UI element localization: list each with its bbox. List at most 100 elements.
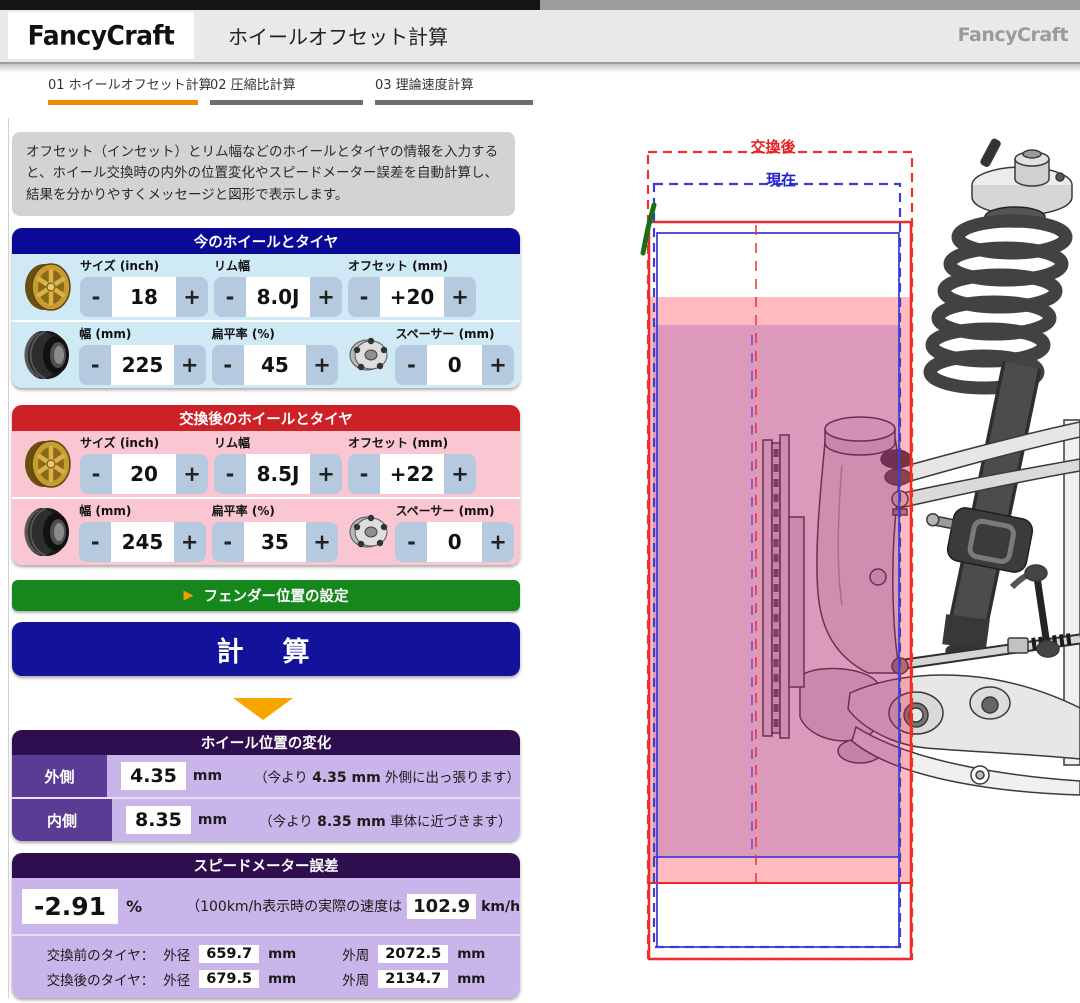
size-stepper: - 20 +: [80, 454, 208, 494]
tab-underline: [210, 100, 363, 105]
spacer-stepper: - 0 +: [395, 522, 514, 562]
rim-minus-button[interactable]: -: [214, 454, 246, 494]
actual-speed-value: 102.9: [407, 894, 476, 919]
width-plus-button[interactable]: +: [174, 345, 206, 385]
rim-minus-button[interactable]: -: [214, 277, 246, 317]
after-label: 交換後: [750, 138, 796, 156]
current-tire-row: 幅 (mm) - 225 + 扁平率 (%) - 45 +: [12, 320, 520, 388]
spacer-value[interactable]: 0: [427, 522, 482, 562]
speed-panel-title: スピードメーター誤差: [12, 853, 520, 878]
field-aspect: 扁平率 (%) - 45 +: [212, 325, 338, 385]
tire-icon: [18, 329, 79, 381]
rim-plus-button[interactable]: +: [310, 277, 342, 317]
spacer-minus-button[interactable]: -: [395, 345, 427, 385]
field-rim-label: リム幅: [214, 257, 342, 274]
field-offset-label: オフセット (mm): [348, 257, 476, 274]
after-panel-body: サイズ (inch) - 20 + リム幅 - 8.5J +: [12, 431, 520, 565]
logo-box[interactable]: FancyCraft: [8, 12, 194, 59]
rim-plus-button[interactable]: +: [310, 454, 342, 494]
brand-logo-right: FancyCraft: [958, 10, 1068, 60]
fender-position-button[interactable]: ▶ フェンダー位置の設定: [12, 580, 520, 611]
aspect-value[interactable]: 35: [244, 522, 306, 562]
spacer-minus-button[interactable]: -: [395, 522, 427, 562]
field-rim-width: リム幅 - 8.0J +: [214, 257, 342, 317]
tab-wheel-offset[interactable]: 01 ホイールオフセット計算: [48, 74, 198, 105]
size-minus-button[interactable]: -: [80, 277, 112, 317]
width-value[interactable]: 245: [111, 522, 173, 562]
current-panel-title: 今のホイールとタイヤ: [12, 228, 520, 254]
tire-before-name: 交換前のタイヤ：: [47, 944, 155, 964]
offset-stepper: - +20 +: [348, 277, 476, 317]
wheel-offset-calculator-app: FancyCraft ホイールオフセット計算 FancyCraft 01 ホイー…: [0, 0, 1080, 1003]
field-offset-label: オフセット (mm): [348, 434, 476, 451]
aspect-minus-button[interactable]: -: [212, 522, 244, 562]
offset-plus-button[interactable]: +: [444, 454, 476, 494]
tire-after-circ: 2134.7: [378, 970, 448, 988]
field-width: 幅 (mm) - 225 +: [79, 325, 205, 385]
offset-plus-button[interactable]: +: [444, 277, 476, 317]
spacer-plus-button[interactable]: +: [482, 345, 514, 385]
offset-value[interactable]: +20: [380, 277, 444, 317]
size-value[interactable]: 20: [112, 454, 176, 494]
top-strip-right: [540, 0, 1080, 10]
aspect-stepper: - 45 +: [212, 345, 338, 385]
field-aspect: 扁平率 (%) - 35 +: [212, 502, 338, 562]
speed-note: （100km/h表示時の実際の速度は102.9km/h）: [186, 894, 520, 919]
inner-value: 8.35: [126, 806, 191, 834]
tire-before-od: 659.7: [199, 945, 259, 963]
offset-value[interactable]: +22: [380, 454, 444, 494]
size-minus-button[interactable]: -: [80, 454, 112, 494]
aspect-plus-button[interactable]: +: [306, 522, 338, 562]
speedometer-error-panel: スピードメーター誤差 -2.91 % （100km/h表示時の実際の速度は102…: [12, 853, 520, 998]
outer-note: （今より 4.35 mm 外側に出っ張ります）: [254, 766, 520, 786]
description-box: オフセット（インセット）とリム幅などのホイールとタイヤの情報を入力すると、ホイー…: [12, 132, 515, 216]
width-minus-button[interactable]: -: [79, 522, 111, 562]
offset-minus-button[interactable]: -: [348, 454, 380, 494]
field-aspect-label: 扁平率 (%): [212, 502, 338, 519]
page-title: ホイールオフセット計算: [228, 10, 448, 60]
aspect-plus-button[interactable]: +: [306, 345, 338, 385]
aspect-minus-button[interactable]: -: [212, 345, 244, 385]
aspect-value[interactable]: 45: [244, 345, 306, 385]
spacer-plus-button[interactable]: +: [482, 522, 514, 562]
width-minus-button[interactable]: -: [79, 345, 111, 385]
current-wheel-panel: 今のホイールとタイヤ: [12, 228, 520, 388]
field-spacer: スペーサー (mm) - 0 +: [395, 502, 514, 562]
brand-logo: FancyCraft: [28, 20, 175, 50]
width-value[interactable]: 225: [111, 345, 173, 385]
width-plus-button[interactable]: +: [174, 522, 206, 562]
wheel-icon: [18, 261, 80, 313]
tab-compression-ratio[interactable]: 02 圧縮比計算: [210, 74, 363, 105]
size-plus-button[interactable]: +: [176, 454, 208, 494]
rim-value[interactable]: 8.5J: [246, 454, 310, 494]
speed-error-unit: %: [126, 897, 142, 916]
circ-label: 外周: [342, 969, 369, 989]
spacer-value[interactable]: 0: [427, 345, 482, 385]
tab-label: 03 理論速度計算: [375, 74, 533, 93]
speed-error-value: -2.91: [22, 889, 118, 924]
aspect-stepper: - 35 +: [212, 522, 338, 562]
tab-theoretical-speed[interactable]: 03 理論速度計算: [375, 74, 533, 105]
field-offset: オフセット (mm) - +22 +: [348, 434, 476, 494]
current-label: 現在: [766, 171, 796, 189]
od-label: 外径: [163, 944, 190, 964]
rim-value[interactable]: 8.0J: [246, 277, 310, 317]
speed-main-row: -2.91 % （100km/h表示時の実際の速度は102.9km/h）: [12, 878, 520, 934]
inner-note: （今より 8.35 mm 車体に近づきます）: [259, 810, 511, 830]
spacer-icon: [344, 509, 395, 555]
size-plus-button[interactable]: +: [176, 277, 208, 317]
after-wheel-row: サイズ (inch) - 20 + リム幅 - 8.5J +: [12, 431, 520, 497]
calculate-button[interactable]: 計 算: [12, 622, 520, 676]
tab-underline: [375, 100, 533, 105]
offset-minus-button[interactable]: -: [348, 277, 380, 317]
outer-label: 外側: [12, 755, 107, 797]
header-shadow: [0, 64, 1080, 73]
size-value[interactable]: 18: [112, 277, 176, 317]
down-arrow-icon: [233, 698, 293, 720]
outer-value: 4.35: [121, 762, 186, 790]
tab-label: 02 圧縮比計算: [210, 74, 363, 93]
tire-before-circ: 2072.5: [378, 945, 448, 963]
field-width-label: 幅 (mm): [79, 325, 205, 342]
tire-before-row: 交換前のタイヤ： 外径 659.7 mm 外周 2072.5 mm: [12, 941, 520, 966]
rim-stepper: - 8.5J +: [214, 454, 342, 494]
